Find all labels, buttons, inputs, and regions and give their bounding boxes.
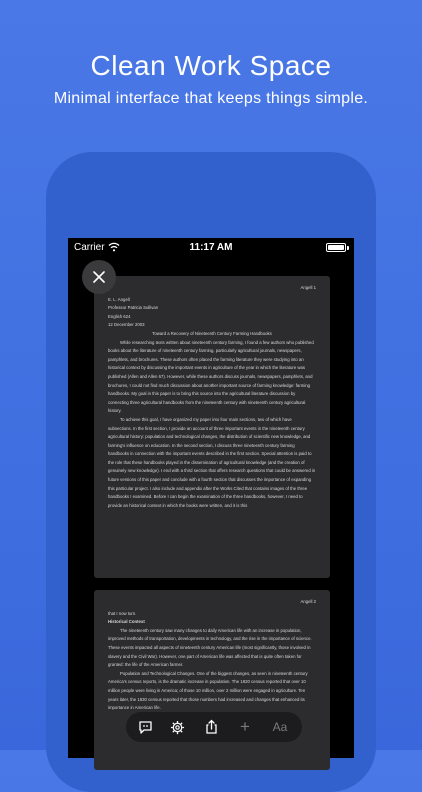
document-page-1[interactable]: Angell 1 E. L. Angell Professor Patricia… — [94, 276, 330, 578]
lead-line: that I now turn. — [108, 610, 137, 616]
clock: 11:17 AM — [189, 242, 233, 253]
document-title: Toward a Recovery of Nineteenth Century … — [152, 330, 272, 336]
status-bar: Carrier 11:17 AM — [68, 238, 354, 258]
date-line: 12 December 2003 — [108, 322, 145, 328]
bottom-toolbar: + Aa — [126, 712, 302, 742]
course-line: English 624 — [108, 313, 131, 319]
close-button[interactable] — [82, 260, 116, 294]
share-icon — [205, 719, 217, 734]
document-page-2[interactable]: Angell 2 that I now turn. Historical Con… — [94, 590, 330, 770]
battery-nub — [347, 246, 349, 250]
plus-icon: + — [240, 717, 250, 736]
paragraph: The nineteenth century saw many changes … — [108, 627, 312, 668]
professor-line: Professor Patricia Sullivan — [108, 305, 159, 311]
promo-subtitle: Minimal interface that keeps things simp… — [53, 90, 369, 107]
close-icon — [93, 271, 105, 283]
promo-title: Clean Work Space — [90, 50, 332, 81]
speech-bubble-icon — [138, 720, 152, 734]
add-button[interactable]: + — [236, 717, 254, 736]
gear-icon — [170, 720, 184, 734]
paragraph: Population and Technological Changes. On… — [108, 670, 308, 711]
share-button[interactable] — [202, 718, 220, 736]
settings-button[interactable] — [168, 718, 186, 736]
page-number: Angell 1 — [300, 285, 316, 290]
text-size-icon: Aa — [272, 720, 288, 734]
font-button[interactable]: Aa — [269, 718, 291, 736]
page-number: Angell 2 — [300, 599, 316, 604]
paragraph: While researching texts written about ni… — [108, 339, 314, 414]
paragraph: To achieve this goal, I have organized m… — [108, 416, 316, 508]
comment-button[interactable] — [136, 718, 154, 736]
section-heading: Historical Context — [108, 619, 145, 625]
author-line: E. L. Angell — [108, 296, 130, 302]
battery-icon — [326, 243, 346, 252]
